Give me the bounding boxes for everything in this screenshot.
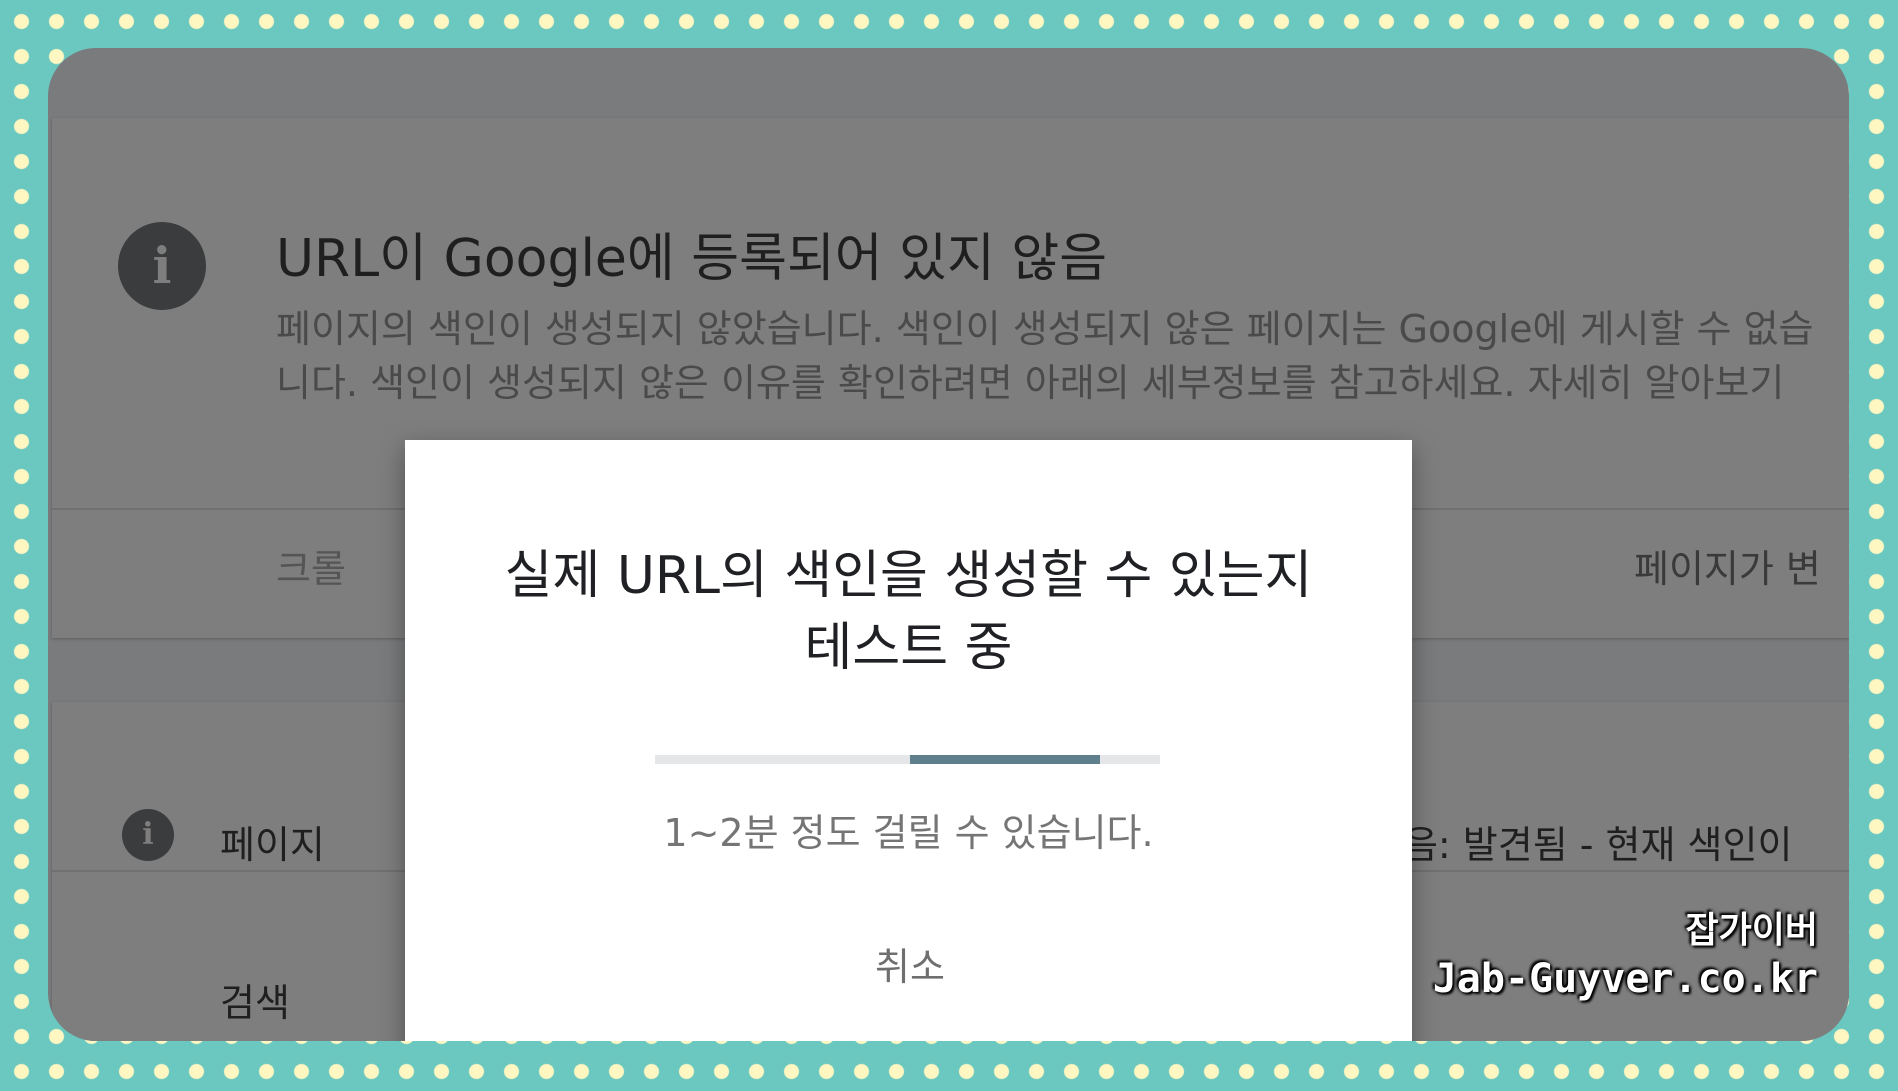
info-icon: i [118, 222, 206, 310]
watermark: 잡가이버 Jab-Guyver.co.kr [1433, 908, 1818, 1004]
cancel-button[interactable]: 취소 [845, 928, 975, 998]
dialog-title: 실제 URL의 색인을 생성할 수 있는지 테스트 중 [504, 546, 1313, 678]
progress-indicator [910, 755, 1100, 764]
watermark-domain: Jab-Guyver.co.kr [1432, 956, 1818, 1002]
progress-bar [655, 755, 1160, 764]
dialog-subtitle: 1~2분 정도 걸릴 수 있습니다. [663, 811, 1154, 855]
screenshot-frame: i URL이 Google에 등록되어 있지 않음 페이지의 색인이 생성되지 … [48, 48, 1849, 1041]
crawl-label: 크롤 [276, 547, 346, 591]
page-status-detail: 않음: 발견됨 - 현재 색인이 [1368, 823, 1793, 867]
status-description: 페이지의 색인이 생성되지 않았습니다. 색인이 생성되지 않은 페이지는 Go… [276, 307, 1814, 405]
page-changed-label: 페이지가 변 [1634, 547, 1821, 591]
search-label: 검색 [220, 981, 290, 1025]
status-title: URL이 Google에 등록되어 있지 않음 [276, 229, 1108, 289]
watermark-korean: 잡가이버 [1685, 910, 1818, 951]
info-icon: i [122, 809, 174, 861]
page-status-label: 페이지 [220, 823, 325, 867]
indexing-test-dialog: 실제 URL의 색인을 생성할 수 있는지 테스트 중 1~2분 정도 걸릴 수… [405, 440, 1412, 1041]
